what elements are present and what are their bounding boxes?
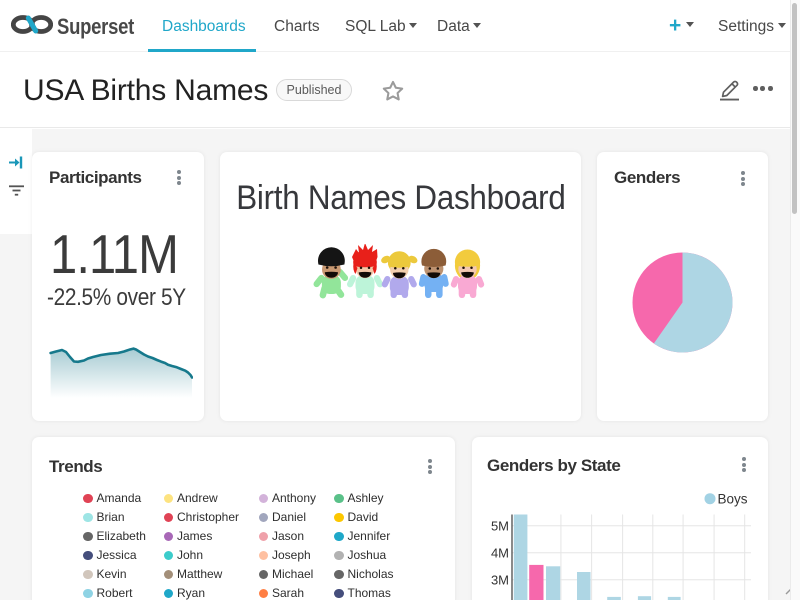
svg-text:3M: 3M [491,572,509,587]
svg-text:Boys: Boys [718,492,748,507]
svg-text:4M: 4M [491,545,509,560]
svg-text:5M: 5M [491,518,509,533]
